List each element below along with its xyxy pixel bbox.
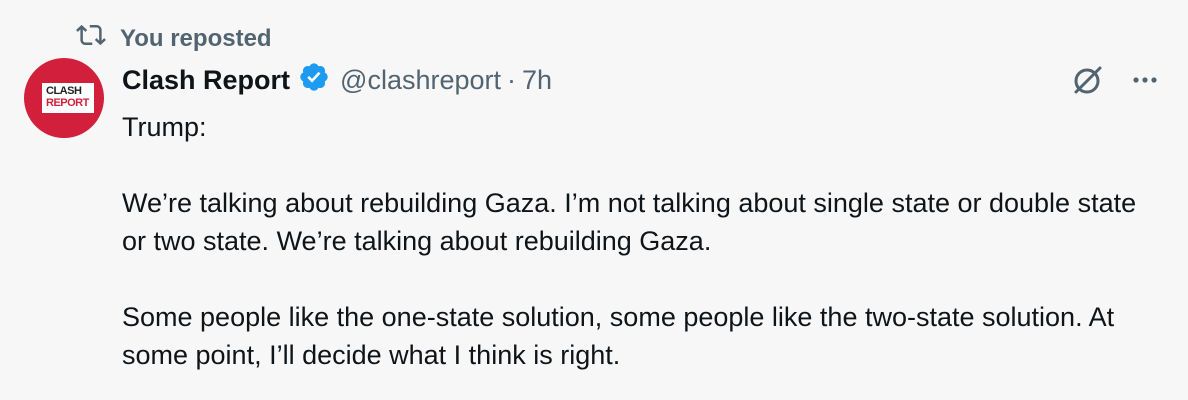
timestamp[interactable]: 7h: [522, 65, 552, 96]
avatar-text-clash: CLASH: [46, 85, 82, 97]
separator-dot: ·: [507, 64, 517, 95]
tweet-paragraph-2: Some people like the one-state solution,…: [122, 302, 1115, 370]
author-handle[interactable]: @clashreport: [340, 65, 501, 96]
avatar-text-report: REPORT: [46, 97, 89, 109]
tweet-header: Clash Report @clashreport · 7h: [122, 62, 552, 98]
tweet-line-speaker: Trump:: [122, 112, 207, 142]
grok-icon[interactable]: [1070, 62, 1106, 98]
author-name[interactable]: Clash Report: [122, 65, 290, 96]
avatar[interactable]: CLASH REPORT: [24, 58, 104, 138]
repost-indicator[interactable]: You reposted: [76, 20, 272, 57]
repost-label: You reposted: [120, 24, 272, 52]
tweet-actions: [1070, 62, 1160, 98]
verified-badge-icon[interactable]: [290, 61, 340, 100]
repost-icon: [76, 20, 106, 57]
tweet-paragraph-1: We’re talking about rebuilding Gaza. I’m…: [122, 188, 1137, 256]
tweet-text: Trump: We’re talking about rebuilding Ga…: [122, 108, 1152, 374]
more-icon[interactable]: [1130, 65, 1160, 95]
